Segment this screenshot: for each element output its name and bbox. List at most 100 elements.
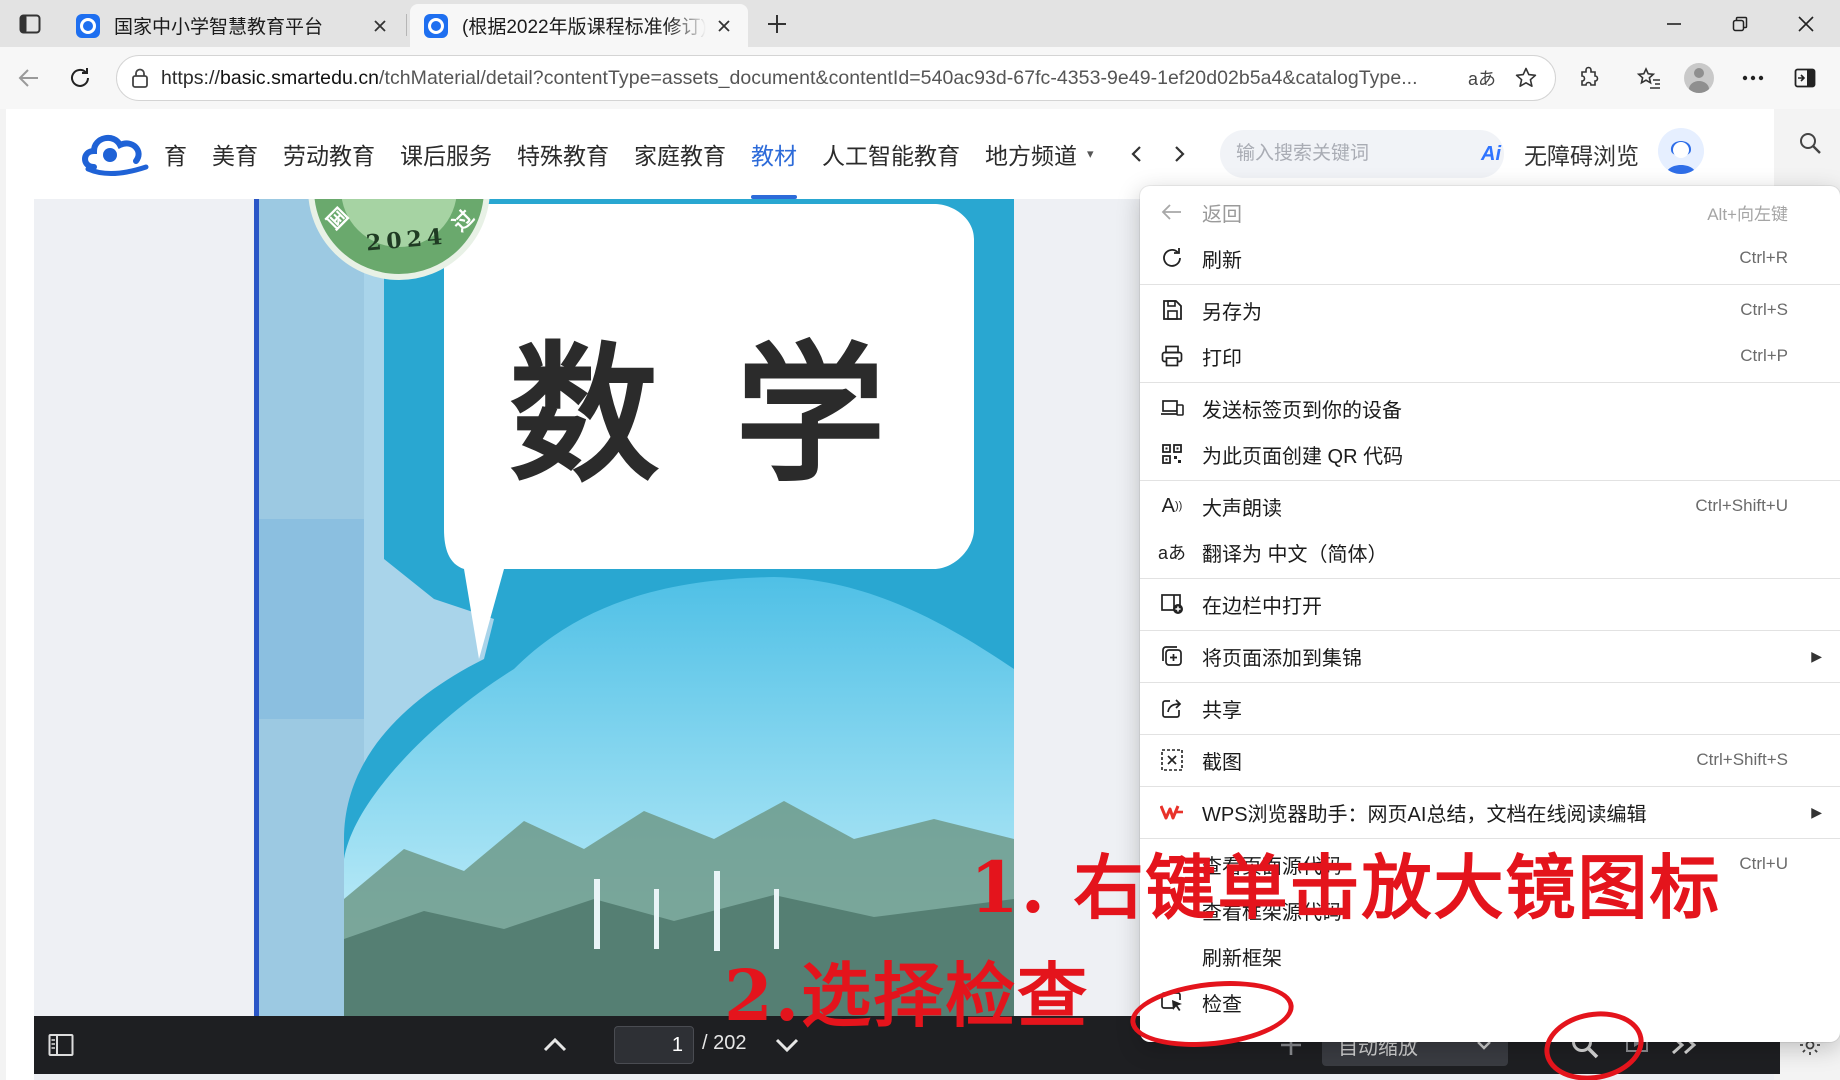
nav-item-moral[interactable]: 育 (164, 109, 187, 199)
lock-icon[interactable] (131, 68, 149, 88)
accessibility-link[interactable]: 无障碍浏览 (1524, 137, 1639, 171)
nav-item-labor[interactable]: 劳动教育 (283, 109, 375, 199)
url-text[interactable]: https://basic.smartedu.cn/tchMaterial/de… (161, 67, 1453, 90)
menu-item-label: 刷新 (1202, 249, 1242, 272)
chevron-right-icon (1175, 146, 1185, 162)
nav-item-local[interactable]: 地方频道 ▾ (985, 109, 1094, 199)
nav-label: 家庭教育 (634, 143, 726, 169)
restore-button[interactable] (1710, 6, 1770, 42)
nav-item-textbook[interactable]: 教材 (751, 109, 797, 199)
menu-item-label: 大声朗读 (1202, 497, 1282, 520)
nav-label: 特殊教育 (517, 143, 609, 169)
nav-prev-button[interactable] (1116, 134, 1156, 174)
menu-item-read-aloud[interactable]: A)) 大声朗读 Ctrl+Shift+U (1140, 483, 1840, 529)
profile-avatar-icon (1684, 63, 1714, 93)
nav-label: 劳动教育 (283, 143, 375, 169)
address-bar[interactable]: https://basic.smartedu.cn/tchMaterial/de… (116, 55, 1556, 101)
minimize-button[interactable] (1644, 6, 1704, 42)
menu-item-save-as[interactable]: 另存为 Ctrl+S (1140, 287, 1840, 333)
previous-page-button[interactable] (534, 1024, 576, 1066)
menu-item-add-to-collections[interactable]: 将页面添加到集锦 ▶ (1140, 633, 1840, 679)
favorites-button[interactable] (1630, 59, 1668, 97)
menu-item-label: 另存为 (1202, 301, 1262, 324)
tab-textbook-detail[interactable]: (根据2022年版课程标准修订) 义 (410, 4, 748, 47)
nav-item-aesthetic[interactable]: 美育 (212, 109, 258, 199)
tab-actions-button[interactable] (12, 10, 48, 38)
annotation-step-1: 1. 右键单击放大镜图标 (970, 846, 1722, 929)
ai-search-badge[interactable]: Ai (1481, 143, 1501, 166)
menu-item-share[interactable]: 共享 (1140, 685, 1840, 731)
pdf-page-cover: 数 学 2024 国 过 (254, 199, 1014, 1019)
tab-smartedu-home[interactable]: 国家中小学智慧教育平台 (62, 4, 404, 47)
back-button[interactable] (10, 59, 48, 97)
screenshot-icon (1158, 746, 1186, 774)
tab-close-icon[interactable] (370, 16, 390, 36)
tab-title: 国家中小学智慧教育平台 (114, 17, 324, 38)
sidebar-toggle-button[interactable] (1786, 59, 1824, 97)
menu-separator (1140, 682, 1840, 683)
url-scheme: https:// (161, 66, 220, 89)
menu-item-back[interactable]: 返回 Alt+向左键 (1140, 189, 1840, 235)
menu-separator (1140, 480, 1840, 481)
site-nav: 育 美育 劳动教育 课后服务 特殊教育 家庭教育 教材 人工智能教育 地方频道 ▾ (164, 109, 1119, 199)
menu-item-label: 共享 (1202, 699, 1242, 722)
menu-item-translate[interactable]: aあ 翻译为 中文（简体） (1140, 529, 1840, 575)
menu-item-refresh[interactable]: 刷新 Ctrl+R (1140, 235, 1840, 281)
site-search-input[interactable] (1236, 143, 1481, 165)
sidebar-open-icon (1158, 590, 1186, 618)
menu-item-wps-assistant[interactable]: WPS浏览器助手：网页AI总结，文档在线阅读编辑 ▶ (1140, 789, 1840, 835)
arrow-left-icon (1158, 198, 1186, 226)
sidebar-thumbnails-button[interactable] (40, 1024, 82, 1066)
nav-item-afterschool[interactable]: 课后服务 (400, 109, 492, 199)
menu-item-open-in-sidebar[interactable]: 在边栏中打开 (1140, 581, 1840, 627)
nav-label: 育 (164, 143, 187, 169)
tab-close-icon[interactable] (714, 16, 734, 36)
profile-button[interactable] (1680, 59, 1718, 97)
nav-item-family[interactable]: 家庭教育 (634, 109, 726, 199)
menu-item-label: 发送标签页到你的设备 (1202, 399, 1402, 422)
menu-separator (1140, 630, 1840, 631)
refresh-button[interactable] (61, 59, 99, 97)
nav-label: 地方频道 (985, 143, 1077, 169)
menu-item-refresh-frame[interactable]: 刷新框架 (1140, 933, 1840, 979)
menu-item-print[interactable]: 打印 Ctrl+P (1140, 333, 1840, 379)
menu-separator (1140, 284, 1840, 285)
annotation-step-2: 2.选择检查 (724, 954, 1090, 1037)
thumbnails-icon (48, 1034, 74, 1056)
menu-item-label: 在边栏中打开 (1202, 595, 1322, 618)
menu-item-screenshot[interactable]: 截图 Ctrl+Shift+S (1140, 737, 1840, 783)
favorite-star-icon[interactable] (1511, 63, 1541, 93)
close-window-button[interactable] (1776, 6, 1836, 42)
page-number-input[interactable]: 1 (614, 1026, 694, 1064)
menu-item-send-to-device[interactable]: 发送标签页到你的设备 (1140, 385, 1840, 431)
menu-item-shortcut: Ctrl+S (1740, 300, 1788, 319)
menu-item-shortcut: Ctrl+Shift+U (1695, 496, 1788, 515)
nav-label: 美育 (212, 143, 258, 169)
read-aloud-translate-icon[interactable]: aあ (1467, 63, 1497, 93)
search-icon (1800, 133, 1821, 154)
smartedu-logo[interactable] (80, 129, 150, 177)
menu-separator (1140, 382, 1840, 383)
nav-item-special[interactable]: 特殊教育 (517, 109, 609, 199)
menu-item-shortcut: Ctrl+U (1739, 854, 1788, 873)
sidebar-search-button[interactable] (1792, 125, 1828, 161)
browser-toolbar: https://basic.smartedu.cn/tchMaterial/de… (0, 47, 1840, 109)
menu-separator (1140, 786, 1840, 787)
nav-item-ai[interactable]: 人工智能教育 (822, 109, 960, 199)
nav-label: 人工智能教育 (822, 143, 960, 169)
new-tab-button[interactable] (760, 8, 794, 40)
extensions-button[interactable] (1570, 59, 1608, 97)
nav-next-button[interactable] (1160, 134, 1200, 174)
favorites-list-icon (1636, 67, 1660, 89)
menu-item-label: 翻译为 中文（简体） (1202, 543, 1388, 566)
submenu-arrow-icon: ▶ (1811, 803, 1822, 820)
user-avatar[interactable] (1658, 128, 1704, 174)
menu-item-label: WPS浏览器助手：网页AI总结，文档在线阅读编辑 (1202, 803, 1647, 826)
refresh-icon (1158, 244, 1186, 272)
menu-item-create-qr[interactable]: 为此页面创建 QR 代码 (1140, 431, 1840, 477)
menu-item-label: 将页面添加到集锦 (1202, 647, 1362, 670)
settings-more-button[interactable] (1734, 59, 1772, 97)
send-device-icon (1158, 394, 1186, 422)
smartedu-favicon-icon (76, 13, 100, 38)
url-path: /tchMaterial/detail?contentType=assets_d… (379, 66, 1418, 89)
